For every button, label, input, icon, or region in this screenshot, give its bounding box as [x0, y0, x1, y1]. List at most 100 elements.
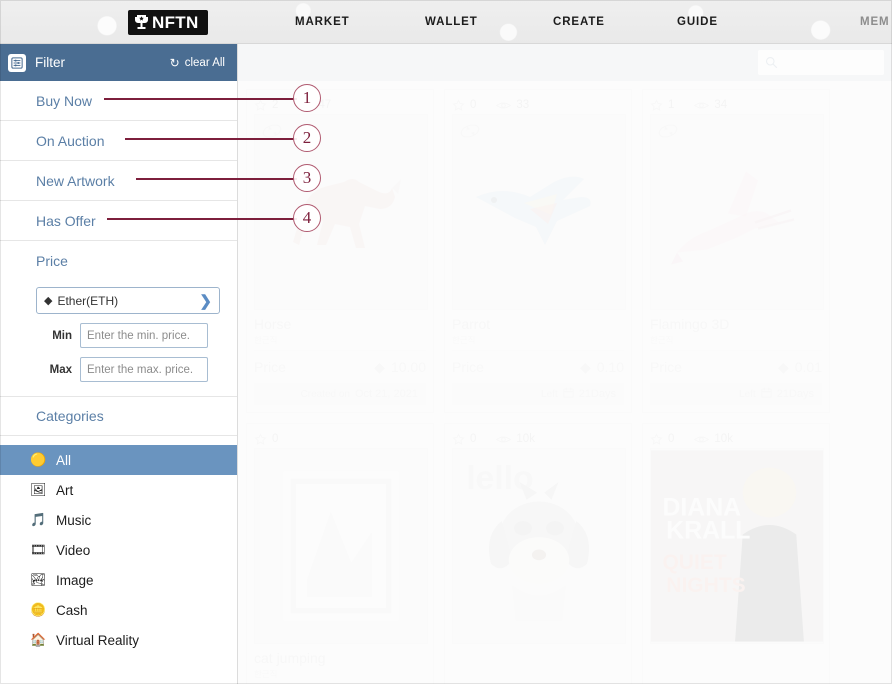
categories-label: Categories [36, 408, 104, 424]
card-meta: 0 10k [452, 430, 624, 448]
card-thumbnail[interactable] [452, 114, 626, 310]
like-count: 2 [272, 99, 279, 111]
star-icon[interactable] [254, 98, 267, 112]
nft-card[interactable]: 0 33 Parrot 한근직 Price ◆ 0.10 Left 21Days [444, 89, 632, 413]
card-footer-label: Left [541, 388, 558, 400]
app-window: NFTN MARKET WALLET CREATE GUIDE MEM 2 47 H… [0, 0, 892, 684]
ethereum-icon: ◆ [44, 295, 53, 307]
card-meta: 1 34 [650, 96, 822, 114]
price-filter-box: ◆ Ether(ETH) ❯ Min Max [0, 281, 237, 396]
card-price-label: Price [452, 359, 484, 375]
artwork-image [453, 115, 625, 309]
card-title: Parrot [452, 316, 491, 332]
max-price-input[interactable] [80, 357, 208, 382]
card-footer: Created on Oct 21, 2021 [254, 383, 426, 405]
card-footer-value: 21Days [578, 388, 616, 400]
film-frames-icon: 🎞 [30, 542, 47, 557]
coin-icon: 🪙 [30, 602, 47, 617]
card-footer-value: 21Days [776, 388, 814, 400]
nft-card[interactable]: 1 34 Flamingo 3D 한근직 Price ◆ 0.01 Left 21Days [642, 89, 830, 413]
nav-item-wallet[interactable]: WALLET [425, 16, 478, 28]
landscape-icon: 🏞 [30, 572, 47, 587]
star-icon[interactable] [650, 432, 663, 446]
filter-header: Filter ↻ clear All [0, 44, 237, 81]
card-meta: 0 [254, 430, 426, 448]
artwork-image [255, 115, 427, 309]
ethereum-icon: ◆ [579, 358, 591, 375]
category-item-video[interactable]: 🎞 Video [0, 535, 237, 565]
nft-card[interactable]: 2 47 Horse 한근직 Price ◆ 10.00 Created on Oct 21, … [246, 89, 434, 413]
search-input[interactable] [782, 56, 874, 69]
card-footer-label: Created on [300, 388, 350, 400]
filter-item-label: Has Offer [36, 212, 96, 229]
eye-icon [496, 102, 512, 108]
star-icon[interactable] [452, 432, 465, 446]
card-thumbnail[interactable] [254, 114, 428, 310]
min-price-input[interactable] [80, 323, 208, 348]
filter-item-new-artwork[interactable]: New Artwork [0, 161, 237, 201]
card-title: Horse [254, 316, 292, 332]
card-author: 한근직 [650, 334, 822, 351]
filter-item-buy-now[interactable]: Buy Now [0, 81, 237, 121]
max-price-row: Max [36, 357, 219, 382]
category-item-virtual-reality[interactable]: 🏠 Virtual Reality [0, 625, 237, 655]
card-meta: 2 47 [254, 96, 426, 114]
nav-item-market[interactable]: MARKET [295, 16, 350, 28]
star-icon[interactable] [452, 98, 465, 112]
star-icon[interactable] [254, 432, 267, 446]
card-thumbnail[interactable] [650, 114, 824, 310]
house-icon: 🏠 [30, 632, 47, 647]
card-price-value: ◆ 0.01 [778, 359, 822, 376]
view-count: 10k [714, 433, 733, 445]
nft-card[interactable]: 0 10k DIANA KRALL QUIET NIGHTS [642, 423, 830, 684]
card-meta: 0 33 [452, 96, 624, 114]
nft-card[interactable]: 0cat jumping한근직Price [246, 423, 434, 684]
calendar-icon [563, 387, 574, 401]
category-item-image[interactable]: 🏞 Image [0, 565, 237, 595]
view-count: 33 [516, 99, 530, 111]
filter-item-on-auction[interactable]: On Auction [0, 121, 237, 161]
star-icon[interactable] [650, 98, 663, 112]
card-thumbnail[interactable]: lello [452, 448, 626, 644]
max-label: Max [49, 363, 72, 376]
artwork-image: lello [453, 449, 625, 643]
card-thumbnail[interactable] [254, 448, 428, 644]
currency-select[interactable]: ◆ Ether(ETH) ❯ [36, 287, 220, 314]
card-author: 한근직 [452, 334, 624, 351]
min-price-row: Min [36, 323, 219, 348]
card-thumbnail[interactable]: DIANA KRALL QUIET NIGHTS [650, 448, 824, 644]
category-item-label: Music [56, 512, 92, 528]
category-item-cash[interactable]: 🪙 Cash [0, 595, 237, 625]
card-author: 한근직 [254, 334, 426, 351]
nft-card[interactable]: 0 10k lello [444, 423, 632, 684]
main-content: 2 47 Horse 한근직 Price ◆ 10.00 Created on Oct 21, … [238, 44, 892, 684]
card-price-number: 10.00 [390, 359, 426, 375]
category-item-label: Virtual Reality [56, 632, 140, 648]
card-title: Flamingo 3D [650, 316, 730, 332]
nav-item-guide[interactable]: GUIDE [677, 16, 718, 28]
card-meta: 0 10k [650, 430, 822, 448]
svg-text:NIGHTS: NIGHTS [666, 574, 745, 597]
nav-item-create[interactable]: CREATE [553, 16, 605, 28]
clear-all-button[interactable]: ↻ clear All [170, 57, 225, 69]
nav-item-member[interactable]: MEM [860, 16, 890, 28]
site-logo[interactable]: NFTN [128, 10, 208, 35]
hexagon-icon: 🟡 [30, 452, 47, 467]
card-title: cat jumping [254, 650, 326, 666]
categories-title: Categories [0, 396, 237, 436]
card-price-number: 0.10 [596, 359, 624, 375]
category-list: 🟡 All 🖼 Art 🎵 Music 🎞 Video 🏞 Image 🪙 Cash 🏠 Virtual … [0, 436, 237, 655]
category-item-label: Art [56, 482, 74, 498]
category-item-art[interactable]: 🖼 Art [0, 475, 237, 505]
filter-item-has-offer[interactable]: Has Offer [0, 201, 237, 241]
view-count: 10k [516, 433, 535, 445]
filter-item-label: On Auction [36, 132, 105, 149]
like-count: 0 [470, 99, 477, 111]
category-item-all[interactable]: 🟡 All [0, 445, 237, 475]
category-item-music[interactable]: 🎵 Music [0, 505, 237, 535]
search-field[interactable] [758, 50, 884, 75]
like-count: 0 [470, 433, 477, 445]
card-footer-label: Left [739, 388, 756, 400]
chevron-right-icon: ❯ [199, 292, 212, 310]
eye-icon [496, 436, 512, 442]
